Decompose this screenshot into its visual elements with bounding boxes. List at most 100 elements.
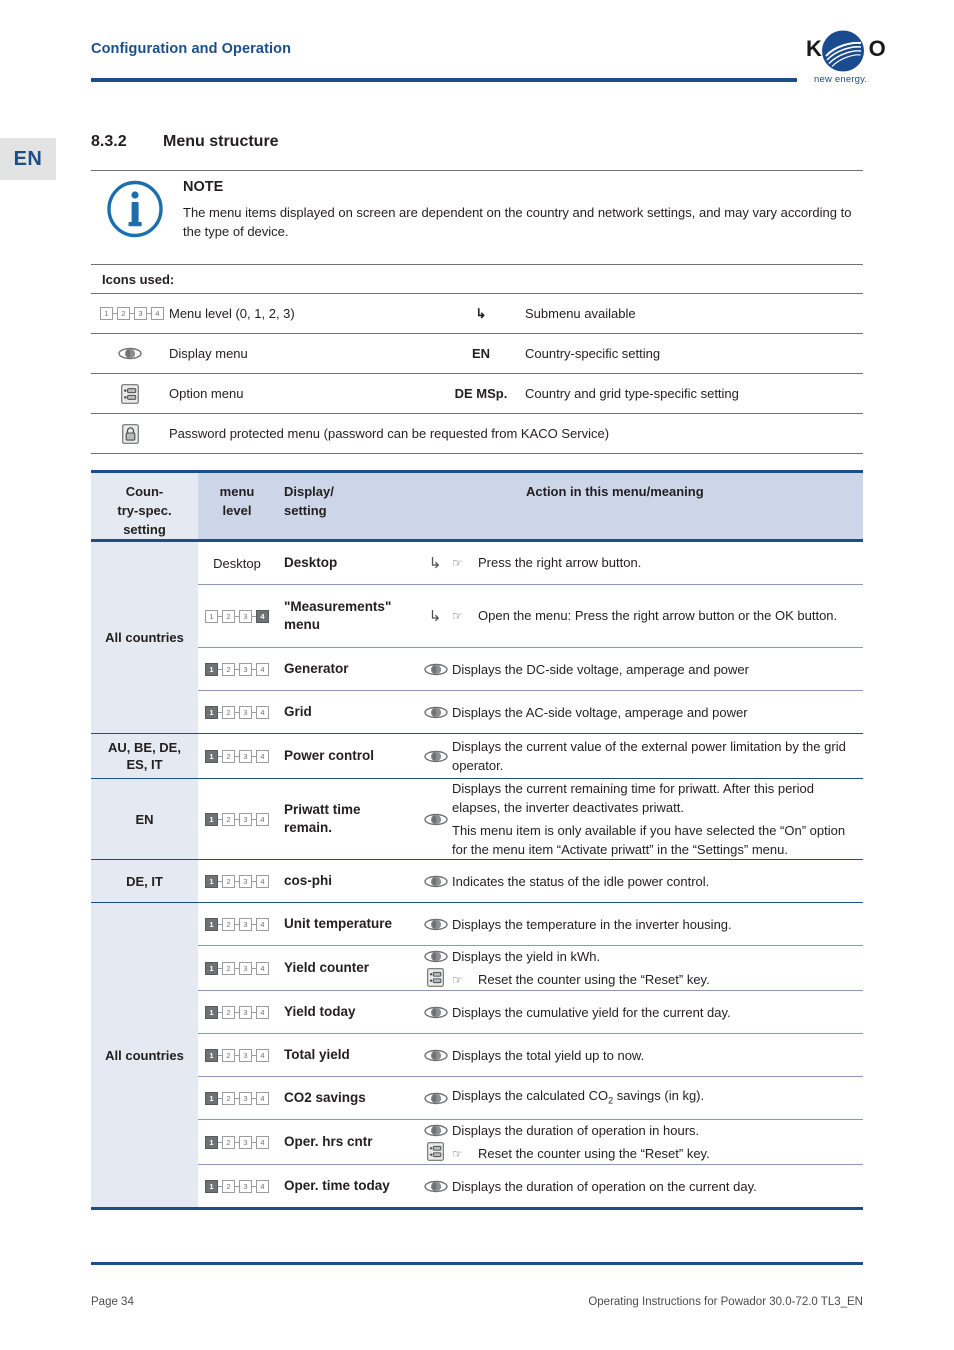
footer-doc-title: Operating Instructions for Powador 30.0-…	[588, 1296, 863, 1308]
note-title: NOTE	[183, 179, 224, 195]
level-box-1: 1	[205, 662, 218, 676]
menu-level-icon: 1234	[205, 961, 269, 975]
display-line: Yield counter	[284, 960, 370, 975]
header-divider	[91, 78, 797, 82]
legend-rule	[91, 453, 863, 454]
country-line: EN	[135, 811, 154, 827]
col-header-spacer	[418, 473, 452, 539]
level-box-4: 4	[256, 1135, 269, 1149]
action-text: Displays the current remaining time for …	[452, 781, 814, 815]
kaco-logo: KACO new energy.	[806, 30, 896, 88]
action-cell: Indicates the status of the idle power c…	[452, 860, 863, 902]
table-row: 1 2 3 4 Generator Displays the DC-side voltag…	[198, 648, 863, 690]
action-cell: Displays the current value of the extern…	[452, 734, 863, 778]
level-box-2: 2	[222, 874, 235, 888]
pointing-hand-icon: ☞	[452, 609, 463, 623]
menu-level-icon: 1234	[205, 1135, 269, 1149]
level-box-4: 4	[256, 812, 269, 826]
action-text: Displays the temperature in the inverter…	[452, 916, 732, 932]
row-icons	[418, 1120, 452, 1164]
menu-level-cell: 1234	[198, 903, 276, 945]
menu-level-icon: 1234	[205, 874, 269, 888]
table-row: Desktop Desktop ↳ ☞ Press the right arrow bu…	[198, 542, 863, 584]
action-text: Displays the current value of the extern…	[452, 739, 846, 773]
submenu-arrow-icon: ↳	[475, 305, 487, 321]
level-box-1: 1	[205, 812, 218, 826]
level-box-2: 2	[222, 1179, 235, 1193]
menu-level-icon: 1234	[205, 705, 269, 719]
level-box-1: 1	[205, 749, 218, 763]
level-box-4: 4	[256, 961, 269, 975]
option-menu-icon	[426, 967, 444, 987]
level-box-2: 2	[222, 705, 235, 719]
display-line: Priwatt time	[284, 802, 361, 817]
submenu-arrow-icon: ↳	[428, 555, 442, 572]
level-box-2: 2	[222, 1091, 235, 1105]
action-cell: Displays the current remaining time for …	[452, 779, 863, 859]
level-box-4: 4	[256, 1179, 269, 1193]
footer-divider	[91, 1262, 863, 1265]
table-row: 1 2 3 4 Yield today Displays the cumulative y…	[198, 991, 863, 1033]
level-box-2: 2	[222, 961, 235, 975]
col-header-country: Coun- try-spec. setting	[91, 473, 198, 539]
country-grid-label: DE MSp.	[454, 386, 508, 401]
level-box-1: 1	[205, 1048, 218, 1062]
band-separator	[91, 1207, 863, 1208]
section-number: 8.3.2	[91, 133, 127, 150]
display-menu-icon	[424, 663, 448, 676]
menu-level-text: Desktop	[213, 555, 261, 571]
language-tab: EN	[0, 138, 56, 180]
level-box-4: 4	[256, 1091, 269, 1105]
option-menu-icon	[91, 383, 169, 404]
menu-level-cell: 1234	[198, 1034, 276, 1076]
country-spec-cell: AU, BE, DE, ES, IT	[91, 734, 198, 778]
display-line: CO2 savings	[284, 1090, 366, 1105]
action-cell: ☞ Press the right arrow button.	[452, 542, 863, 584]
action-text: Displays the duration of operation in ho…	[452, 1122, 700, 1138]
display-menu-icon	[91, 347, 169, 360]
menu-level-cell: 1234	[198, 1077, 276, 1119]
display-setting-cell: Desktop	[276, 542, 418, 584]
display-line: Oper. time today	[284, 1178, 390, 1193]
action-text: Press the right arrow button.	[478, 555, 642, 570]
display-line: Power control	[284, 748, 375, 763]
display-menu-icon	[424, 706, 448, 719]
action-cell: Displays the AC-side voltage, amperage a…	[452, 691, 863, 733]
row-icons	[418, 1165, 452, 1207]
display-setting-cell: Generator	[276, 648, 418, 690]
level-box-1: 1	[205, 961, 218, 975]
level-box-4: 4	[256, 662, 269, 676]
action-cell: Displays the DC-side voltage, amperage a…	[452, 648, 863, 690]
display-line: Unit temperature	[284, 916, 393, 931]
row-icons	[418, 648, 452, 690]
table-band: All countries Desktop Desktop ↳ ☞ Press the r…	[91, 542, 863, 734]
menu-level-icon: 1234	[91, 307, 169, 320]
action-text: Displays the yield in kWh.	[452, 948, 601, 964]
display-line: Total yield	[284, 1047, 350, 1062]
level-box-3: 3	[239, 961, 252, 975]
menu-level-icon: 1234	[205, 609, 269, 623]
level-box-2: 2	[222, 1048, 235, 1062]
display-menu-icon	[424, 750, 448, 763]
row-icons	[418, 991, 452, 1033]
table-body: All countries Desktop Desktop ↳ ☞ Press the r…	[91, 542, 863, 1208]
level-box-1: 1	[205, 874, 218, 888]
action-cell: Displays the calculated CO2 savings (in …	[452, 1077, 863, 1119]
row-icons	[418, 734, 452, 778]
display-menu-icon	[424, 875, 448, 888]
padlock-icon	[91, 423, 169, 444]
action-text: Indicates the status of the idle power c…	[452, 873, 710, 889]
action-text: Displays the cumulative yield for the cu…	[452, 1004, 731, 1020]
level-box-1: 1	[205, 609, 218, 623]
action-cell: Displays the cumulative yield for the cu…	[452, 991, 863, 1033]
level-box-3: 3	[239, 1091, 252, 1105]
menu-level-cell: 1234	[198, 734, 276, 778]
display-setting-cell: Unit temperature	[276, 903, 418, 945]
display-line: menu	[284, 617, 321, 632]
table-row: 1 2 3 4 Unit temperature Displays the tempera…	[198, 903, 863, 945]
menu-level-cell: 1234	[198, 1165, 276, 1207]
menu-level-icon: 1234	[205, 1005, 269, 1019]
display-menu-icon	[424, 918, 448, 931]
display-setting-cell: CO2 savings	[276, 1077, 418, 1119]
level-box-3: 3	[239, 1179, 252, 1193]
